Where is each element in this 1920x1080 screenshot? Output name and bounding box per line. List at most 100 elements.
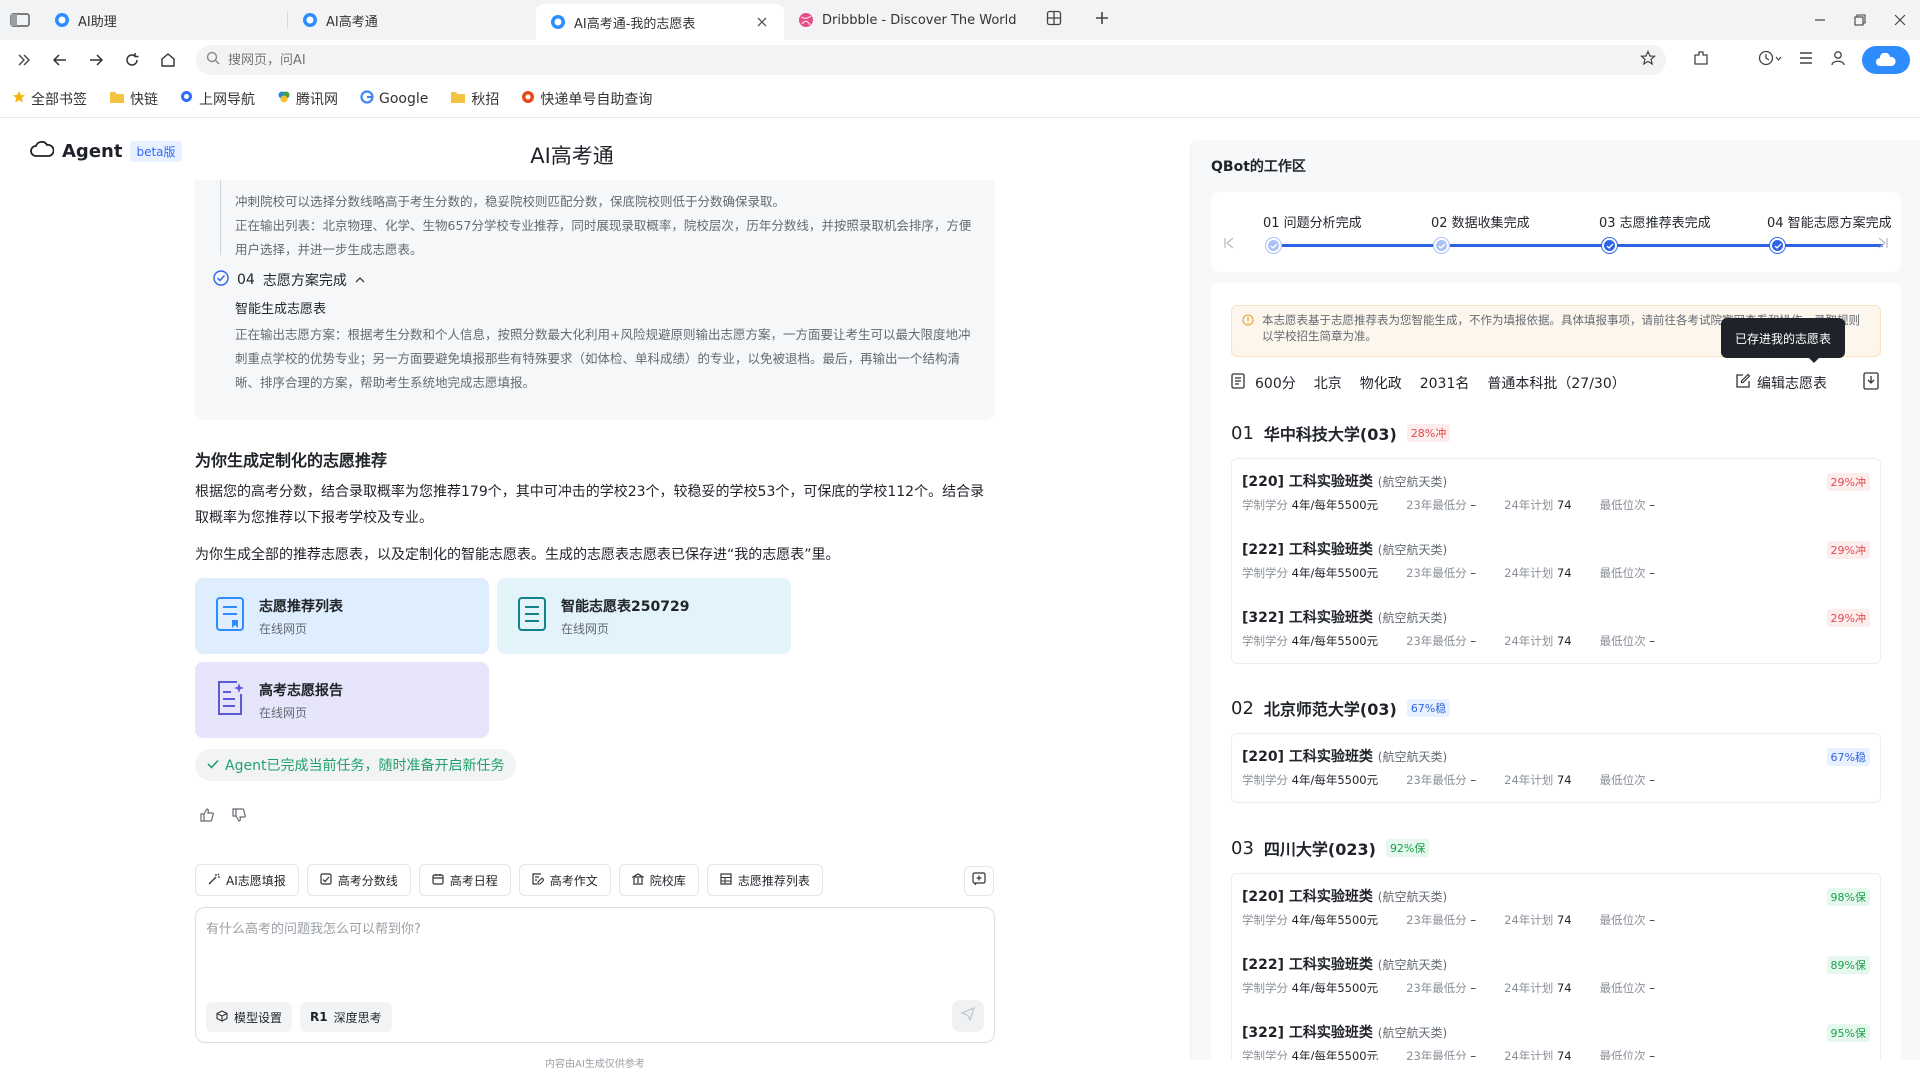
download-icon[interactable]: [1863, 372, 1879, 394]
university-rank: 01: [1231, 422, 1254, 444]
card-smart-table[interactable]: 智能志愿表250729 在线网页: [497, 578, 791, 654]
minimize-icon[interactable]: [1800, 0, 1840, 40]
sidebar-toggle-icon[interactable]: [0, 0, 40, 40]
quick-schedule[interactable]: 高考日程: [418, 864, 511, 896]
close-window-icon[interactable]: [1880, 0, 1920, 40]
major-row[interactable]: [220] 工科实验班类 (航空航天类) 学制学分 4年/每年5500元 23年…: [1232, 734, 1880, 802]
step-last-icon[interactable]: [1877, 236, 1889, 254]
reload-icon[interactable]: [116, 44, 148, 76]
deep-think-button[interactable]: R1 深度思考: [300, 1002, 392, 1032]
quick-score-line[interactable]: 高考分数线: [306, 864, 411, 896]
bookmark-autumn-recruit[interactable]: 秋招: [450, 89, 499, 109]
major-row[interactable]: [322] 工科实验班类 (航空航天类) 学制学分 4年/每年5500元 23年…: [1232, 1010, 1880, 1060]
back-icon[interactable]: [44, 44, 76, 76]
field-label: 最低位次: [1599, 773, 1646, 787]
major-row[interactable]: [222] 工科实验班类 (航空航天类) 学制学分 4年/每年5500元 23年…: [1232, 942, 1880, 1010]
folder-icon: [450, 90, 466, 108]
restore-icon[interactable]: [1840, 0, 1880, 40]
chat-input[interactable]: [206, 918, 976, 978]
profile-icon[interactable]: [1830, 50, 1846, 70]
home-icon[interactable]: [152, 44, 184, 76]
field-label: 学制学分: [1242, 1049, 1288, 1060]
bookmark-express[interactable]: 快递单号自助查询: [521, 89, 652, 109]
major-row[interactable]: [220] 工科实验班类 (航空航天类) 学制学分 4年/每年5500元 23年…: [1232, 874, 1880, 942]
volunteer-table-panel: 本志愿表基于志愿推荐表为您智能生成，不作为填报依据。具体填报事项，请前往各考试院…: [1211, 283, 1901, 1060]
bookmark-label: 快链: [130, 91, 158, 108]
major-row[interactable]: [222] 工科实验班类 (航空航天类) 学制学分 4年/每年5500元 23年…: [1232, 527, 1880, 595]
model-settings-button[interactable]: 模型设置: [206, 1002, 293, 1032]
bookmark-all[interactable]: 全部书签: [12, 89, 87, 109]
major-duration: 4年/每年5500元: [1291, 981, 1379, 995]
tab-grid-icon[interactable]: [1046, 10, 1062, 30]
step-first-icon[interactable]: [1223, 236, 1235, 254]
major-duration: 4年/每年5500元: [1291, 634, 1379, 648]
meta-score: 600分: [1255, 376, 1296, 392]
card-sub: 在线网页: [259, 621, 308, 636]
close-tab-icon[interactable]: [754, 14, 770, 30]
bookmark-tencent[interactable]: 腾讯网: [277, 89, 338, 109]
quick-recommend-list[interactable]: 志愿推荐列表: [706, 864, 823, 896]
edit-icon: [1735, 373, 1751, 393]
table-icon: [720, 872, 732, 888]
card-title: 智能志愿表250729: [561, 598, 690, 615]
university-icon: [630, 872, 645, 888]
thumbs-up-icon[interactable]: [200, 808, 214, 826]
quick-label: AI志愿填报: [226, 873, 286, 888]
card-recommend-list[interactable]: 志愿推荐列表 在线网页: [195, 578, 489, 654]
new-chat-button[interactable]: [964, 866, 994, 896]
address-bar[interactable]: [196, 45, 1666, 75]
major-rank: –: [1649, 634, 1656, 648]
field-label: 学制学分: [1242, 634, 1288, 648]
step-dot[interactable]: [1770, 238, 1785, 253]
major-rank: –: [1649, 773, 1656, 787]
major-plan24: 74: [1556, 981, 1572, 995]
bookmark-star-icon[interactable]: [1639, 50, 1657, 70]
tab-dribbble[interactable]: Dribbble - Discover The World: [784, 0, 1032, 40]
new-tab-icon[interactable]: [1094, 10, 1110, 30]
step-04-header[interactable]: 04 志愿方案完成: [213, 270, 977, 290]
status-text: Agent已完成当前任务，随时准备开启新任务: [225, 758, 505, 774]
extensions-icon[interactable]: [1692, 49, 1710, 71]
card-report[interactable]: 高考志愿报告 在线网页: [195, 662, 489, 738]
feedback-row: [200, 808, 246, 826]
major-plan24: 74: [1556, 566, 1572, 580]
address-input[interactable]: [228, 52, 1632, 68]
meta-rank: 2031名: [1419, 376, 1470, 392]
major-low23: –: [1470, 566, 1477, 580]
field-label: 23年最低分: [1406, 773, 1467, 787]
forward-icon[interactable]: [80, 44, 112, 76]
bookmark-nav[interactable]: 上网导航: [180, 89, 255, 109]
bookmark-google[interactable]: Google: [360, 89, 428, 108]
menu-icon[interactable]: [1798, 50, 1814, 70]
step-dot[interactable]: [1602, 238, 1617, 253]
qbrowser-icon: [550, 14, 566, 30]
field-label: 24年计划: [1504, 634, 1554, 648]
step-dot[interactable]: [1434, 238, 1449, 253]
major-plan24: 74: [1556, 773, 1572, 787]
step-number: 04: [237, 272, 255, 288]
major-plan24: 74: [1556, 1049, 1572, 1060]
chevron-up-icon[interactable]: [355, 272, 365, 288]
major-row[interactable]: [220] 工科实验班类 (航空航天类) 学制学分 4年/每年5500元 23年…: [1232, 459, 1880, 527]
quick-college-db[interactable]: 院校库: [618, 864, 699, 896]
thumbs-down-icon[interactable]: [232, 808, 246, 826]
major-row[interactable]: [322] 工科实验班类 (航空航天类) 学制学分 4年/每年5500元 23年…: [1232, 595, 1880, 663]
quick-ai-fill[interactable]: AI志愿填报: [195, 864, 299, 896]
step-timeline-line: [220, 180, 221, 255]
edit-table-button[interactable]: 编辑志愿表: [1735, 373, 1827, 393]
browser-nav-bar: [0, 40, 1920, 80]
bookmark-quicklinks[interactable]: 快链: [109, 89, 158, 109]
send-button[interactable]: [952, 1000, 984, 1032]
tab-ai-assistant[interactable]: AI助理: [40, 0, 288, 40]
quick-essay[interactable]: 高考作文: [518, 864, 611, 896]
step-dot[interactable]: [1266, 238, 1281, 253]
cloud-sync-icon[interactable]: [1862, 46, 1910, 74]
bookmark-label: 上网导航: [199, 91, 255, 108]
history-icon[interactable]: [1758, 50, 1782, 70]
express-icon: [521, 90, 535, 108]
expand-icon[interactable]: [8, 44, 40, 76]
tab-ai-gaokao[interactable]: AI高考通: [288, 0, 536, 40]
saved-tooltip: 已存进我的志愿表: [1721, 318, 1846, 363]
calendar-icon: [432, 873, 444, 888]
tab-my-volunteer-table[interactable]: AI高考通-我的志愿表: [536, 4, 784, 40]
